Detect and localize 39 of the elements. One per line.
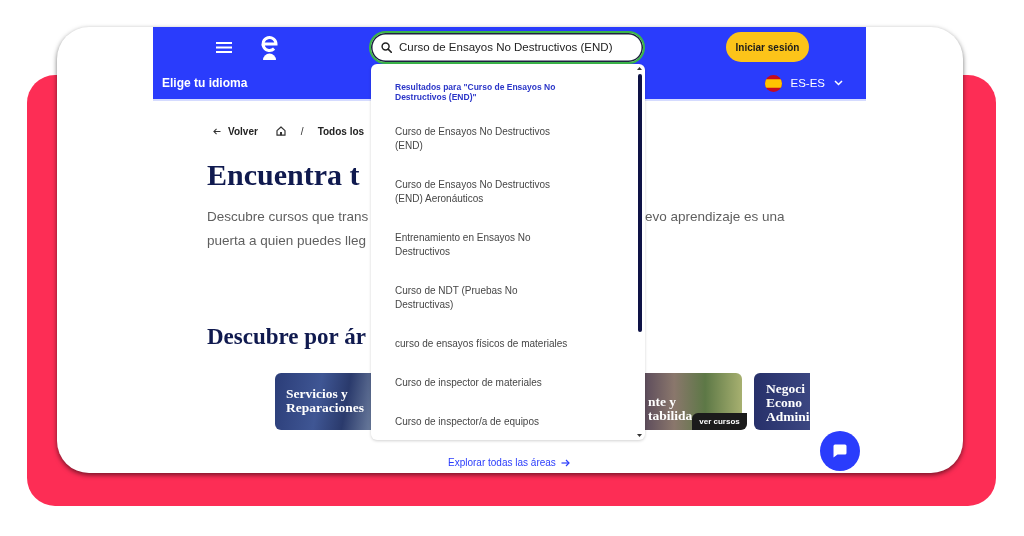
chat-button[interactable]: [820, 431, 860, 471]
scrollbar-thumb[interactable]: [637, 74, 642, 332]
explore-link[interactable]: Explorar todas las áreas: [448, 456, 570, 469]
suggestion-item[interactable]: Entrenamiento en Ensayos No Destructivos: [395, 230, 571, 259]
scroll-down-arrow-icon[interactable]: [637, 434, 642, 437]
view-courses-button[interactable]: ver cursos: [692, 413, 747, 430]
suggestion-item[interactable]: Curso de inspector de materiales: [395, 375, 542, 390]
search-field[interactable]: Curso de Ensayos No Destructivos (END): [369, 30, 645, 64]
description-text: Descubre cursos que trans puerta a quien puedes lleg: [207, 208, 369, 250]
login-button[interactable]: Iniciar sesión: [726, 32, 809, 62]
back-link[interactable]: Volver: [213, 125, 258, 137]
category-card[interactable]: Negoci Econo Admini: [754, 373, 810, 430]
chat-bubble-icon: [832, 443, 848, 459]
page-heading: Encuentra t: [207, 158, 360, 192]
card-title: Negoci Econo Admini: [766, 382, 810, 424]
results-heading: Resultados para "Curso de Ensayos No Destructivos (END)": [395, 82, 557, 102]
breadcrumb-link[interactable]: Todos los: [317, 125, 365, 137]
suggestion-item[interactable]: Curso de Ensayos No Destructivos (END) Aeronáuticos: [395, 177, 571, 206]
home-icon[interactable]: [275, 126, 286, 136]
suggestion-item[interactable]: curso de ensayos físicos de materiales: [395, 336, 568, 351]
search-icon: [381, 41, 392, 53]
category-card[interactable]: Servicios y Reparaciones: [275, 373, 371, 430]
suggestion-item[interactable]: Curso de NDT (Pruebas No Destructivas): [395, 283, 571, 312]
description-text: evo aprendizaje es una: [645, 208, 785, 226]
logo-icon[interactable]: [259, 34, 280, 60]
locale-selector[interactable]: ES-ES: [790, 77, 825, 89]
chevron-down-icon[interactable]: [834, 80, 843, 86]
scroll-up-arrow-icon[interactable]: [637, 67, 642, 70]
suggestion-item[interactable]: Curso de Ensayos No Destructivos (END): [395, 124, 571, 153]
language-label: Elige tu idioma: [162, 76, 248, 90]
breadcrumb-separator: /: [300, 125, 304, 137]
suggestion-item[interactable]: Curso de inspector/a de equipos: [395, 414, 539, 429]
menu-icon[interactable]: [216, 41, 232, 53]
section-heading: Descubre por ár: [207, 323, 366, 351]
card-title: Servicios y Reparaciones: [286, 387, 365, 415]
arrow-left-icon: [213, 127, 221, 135]
arrow-right-icon: [560, 458, 570, 467]
card-title: nte y tabilida: [648, 395, 693, 425]
flag-icon: [765, 74, 783, 92]
